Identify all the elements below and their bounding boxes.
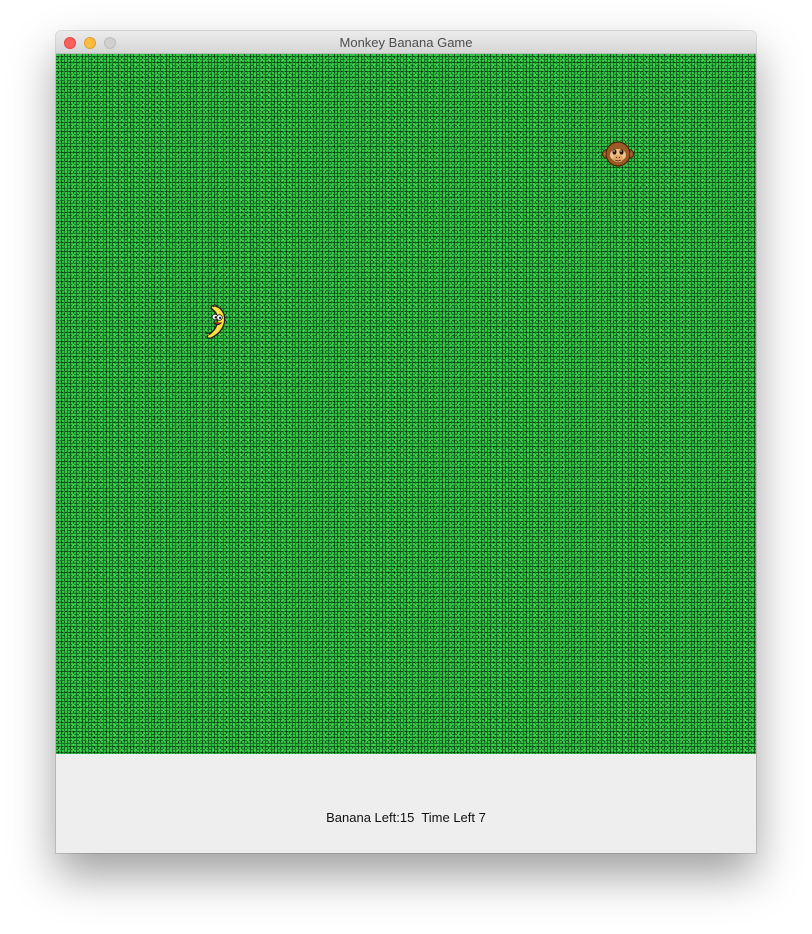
status-text: Banana Left:15 Time Left 7 xyxy=(56,810,756,825)
smiling-banana-icon xyxy=(205,304,226,339)
banana-left-count: 15 xyxy=(399,810,415,825)
banana-left-label: Banana Left: xyxy=(326,810,400,825)
window-title: Monkey Banana Game xyxy=(339,35,473,50)
monkey-face-icon xyxy=(602,141,634,167)
grass-texture xyxy=(56,54,756,754)
game-window: Monkey Banana Game Banana Left:15 Time L… xyxy=(56,31,756,853)
time-left-value: 7 xyxy=(478,810,486,825)
game-board[interactable] xyxy=(56,54,756,754)
time-left-label: Time Left xyxy=(421,810,476,825)
title-bar[interactable]: Monkey Banana Game xyxy=(56,31,756,54)
status-bar: Banana Left:15 Time Left 7 xyxy=(56,754,756,853)
